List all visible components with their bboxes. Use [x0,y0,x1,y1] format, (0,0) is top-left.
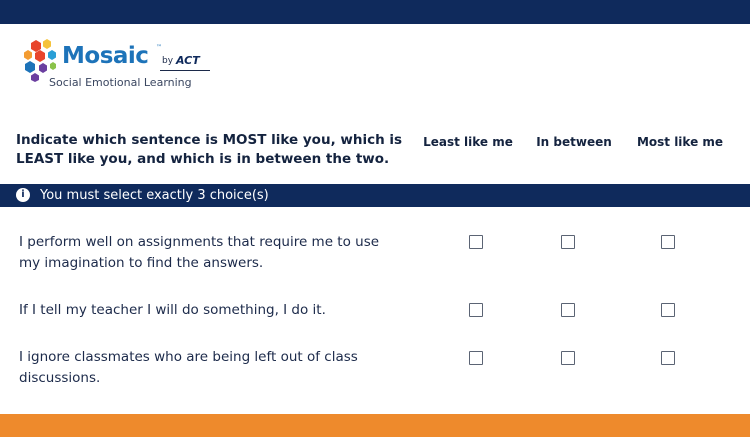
statement-3: I ignore classmates who are being left o… [19,349,358,386]
trademark: ™ [156,44,162,51]
statement-1-least-checkbox[interactable] [469,235,483,249]
statement-3-most-checkbox[interactable] [661,351,675,365]
statement-3-between-checkbox[interactable] [561,351,575,365]
column-header-between: In between [536,135,612,149]
statement-2-least-checkbox[interactable] [469,303,483,317]
statement-1: I perform well on assignments that requi… [19,234,380,271]
mosaic-logo: Mosaic ™ by ACT Social Emotional Learnin… [22,38,222,90]
info-icon: i [16,188,30,202]
statement-2-most-checkbox[interactable] [661,303,675,317]
column-header-least: Least like me [423,135,513,149]
brand-name: Mosaic [62,43,149,69]
statement-2-between-checkbox[interactable] [561,303,575,317]
statement-1-between-checkbox[interactable] [561,235,575,249]
logo-underline [160,70,210,71]
selection-notice: i You must select exactly 3 choice(s) [0,184,750,207]
bottom-bar [0,414,750,437]
question-prompt: Indicate which sentence is MOST like you… [16,132,403,167]
by-text: by [162,56,174,66]
logo-tagline: Social Emotional Learning [49,76,192,89]
publisher-name: ACT [176,54,200,67]
top-bar [0,0,750,24]
statement-2: If I tell my teacher I will do something… [19,302,326,318]
statement-3-least-checkbox[interactable] [469,351,483,365]
notice-text: You must select exactly 3 choice(s) [40,188,269,203]
statement-1-most-checkbox[interactable] [661,235,675,249]
column-header-most: Most like me [636,135,724,149]
